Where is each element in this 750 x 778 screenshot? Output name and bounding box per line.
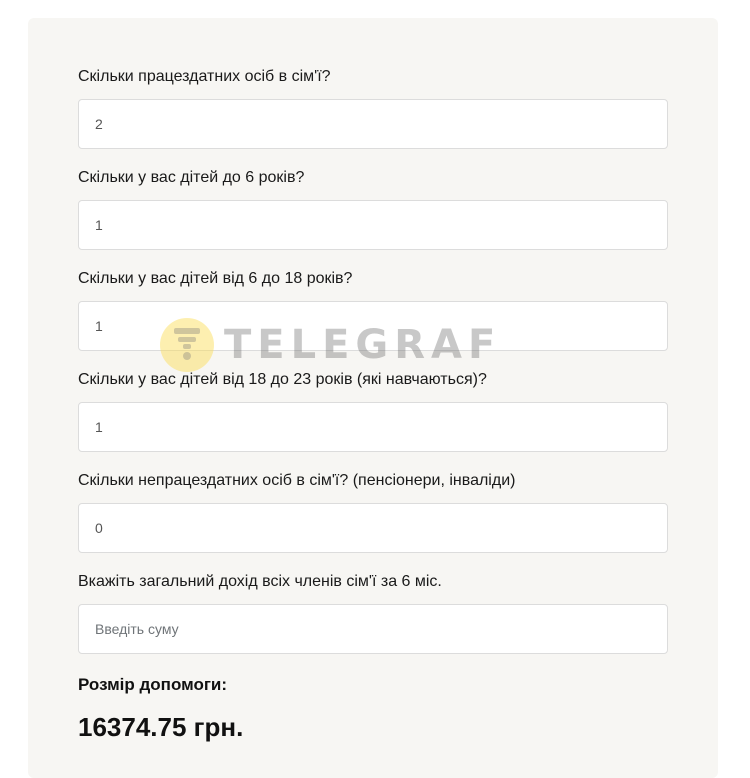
- disabled-members-input[interactable]: [78, 503, 668, 553]
- field-children-18-23: Скільки у вас дітей від 18 до 23 років (…: [78, 369, 668, 452]
- field-children-under-6: Скільки у вас дітей до 6 років?: [78, 167, 668, 250]
- field-disabled-members: Скільки непрацездатних осіб в сім'ї? (пе…: [78, 470, 668, 553]
- children-6-18-input[interactable]: [78, 301, 668, 351]
- field-label: Скільки у вас дітей до 6 років?: [78, 169, 305, 186]
- result-label: Розмір допомоги:: [78, 675, 228, 694]
- total-income-input[interactable]: [78, 604, 668, 654]
- field-label: Скільки у вас дітей від 18 до 23 років (…: [78, 371, 487, 388]
- field-label: Вкажіть загальний дохід всіх членів сім'…: [78, 573, 442, 590]
- field-label: Скільки працездатних осіб в сім'ї?: [78, 68, 331, 85]
- able-bodied-count-input[interactable]: [78, 99, 668, 149]
- field-label: Скільки непрацездатних осіб в сім'ї? (пе…: [78, 472, 516, 489]
- field-total-income: Вкажіть загальний дохід всіх членів сім'…: [78, 571, 668, 654]
- result-value: 16374.75 грн.: [78, 712, 244, 742]
- calculator-card: Скільки працездатних осіб в сім'ї? Скіль…: [28, 18, 718, 778]
- field-able-bodied: Скільки працездатних осіб в сім'ї?: [78, 66, 668, 149]
- field-children-6-18: Скільки у вас дітей від 6 до 18 років?: [78, 268, 668, 351]
- field-label: Скільки у вас дітей від 6 до 18 років?: [78, 270, 353, 287]
- children-18-23-input[interactable]: [78, 402, 668, 452]
- children-under-6-input[interactable]: [78, 200, 668, 250]
- assistance-form: Скільки працездатних осіб в сім'ї? Скіль…: [78, 66, 668, 744]
